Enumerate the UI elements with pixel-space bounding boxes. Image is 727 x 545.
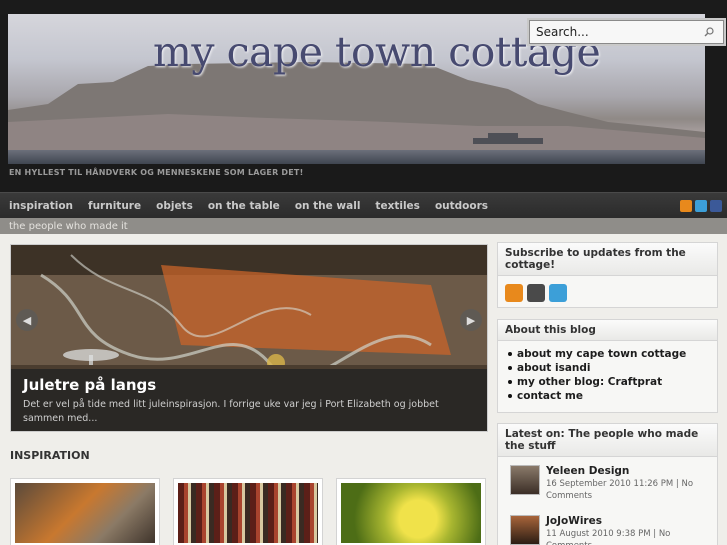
about-link[interactable]: my other blog: Craftprat — [508, 375, 707, 389]
post-avatar[interactable] — [510, 465, 540, 495]
search-input[interactable] — [530, 21, 700, 43]
search-box[interactable] — [529, 20, 724, 44]
slide-caption: Juletre på langs Det er vel på tide med … — [11, 369, 487, 431]
about-link[interactable]: about isandi — [508, 361, 707, 375]
top-bar — [0, 0, 727, 14]
subnav-item-people[interactable]: the people who made it — [9, 221, 128, 232]
slide-title[interactable]: Juletre på langs — [23, 376, 156, 394]
social-icons — [680, 200, 722, 212]
nav-item-on-the-table[interactable]: on the table — [199, 200, 280, 212]
section-heading: INSPIRATION — [10, 449, 90, 462]
post-thumbnail[interactable] — [173, 478, 323, 545]
nav-item-furniture[interactable]: furniture — [79, 200, 141, 212]
nav-item-inspiration[interactable]: inspiration — [0, 200, 73, 212]
rss-icon[interactable] — [505, 284, 523, 302]
post-thumbnail[interactable] — [10, 478, 160, 545]
latest-post-item[interactable]: JoJoWires 11 August 2010 9:38 PM | No Co… — [498, 507, 717, 545]
rss-icon[interactable] — [680, 200, 692, 212]
twitter-icon[interactable] — [695, 200, 707, 212]
slider-next-button[interactable]: ▶ — [460, 309, 482, 331]
subscribe-title: Subscribe to updates from the cottage! — [498, 243, 717, 276]
about-link[interactable]: contact me — [508, 389, 707, 403]
facebook-icon[interactable] — [710, 200, 722, 212]
subscribe-icons — [498, 276, 717, 310]
site-tagline: EN HYLLEST TIL HÅNDVERK OG MENNESKENE SO… — [9, 168, 304, 177]
nav-item-on-the-wall[interactable]: on the wall — [286, 200, 361, 212]
slider-prev-button[interactable]: ◀ — [16, 309, 38, 331]
post-avatar[interactable] — [510, 515, 540, 545]
about-link[interactable]: about my cape town cottage — [508, 347, 707, 361]
subscribe-widget: Subscribe to updates from the cottage! — [497, 242, 718, 308]
twitter-icon[interactable] — [549, 284, 567, 302]
latest-posts-widget: Latest on: The people who made the stuff… — [497, 423, 718, 545]
slide-excerpt: Det er vel på tide med litt juleinspiras… — [23, 399, 439, 424]
nav-item-outdoors[interactable]: outdoors — [426, 200, 488, 212]
banner-water — [8, 150, 705, 164]
post-title[interactable]: Yeleen Design — [546, 465, 717, 478]
post-meta: 16 September 2010 11:26 PM | No Comments — [546, 479, 694, 501]
about-widget: About this blog about my cape town cotta… — [497, 319, 718, 413]
main-nav: inspiration furniture objets on the tabl… — [0, 192, 727, 218]
nav-item-textiles[interactable]: textiles — [366, 200, 420, 212]
nav-item-objets[interactable]: objets — [147, 200, 193, 212]
post-title[interactable]: JoJoWires — [546, 515, 717, 528]
latest-post-item[interactable]: Yeleen Design 16 September 2010 11:26 PM… — [498, 457, 717, 507]
post-thumbnail[interactable] — [336, 478, 486, 545]
search-icon[interactable] — [700, 23, 718, 41]
featured-slider[interactable]: ◀ ▶ Juletre på langs Det er vel på tide … — [10, 244, 488, 432]
email-icon[interactable] — [527, 284, 545, 302]
main-content: ◀ ▶ Juletre på langs Det er vel på tide … — [0, 234, 727, 545]
about-title: About this blog — [498, 320, 717, 341]
latest-title: Latest on: The people who made the stuff — [498, 424, 717, 457]
sub-nav: the people who made it — [0, 218, 727, 234]
post-meta: 11 August 2010 9:38 PM | No Comments — [546, 529, 671, 545]
